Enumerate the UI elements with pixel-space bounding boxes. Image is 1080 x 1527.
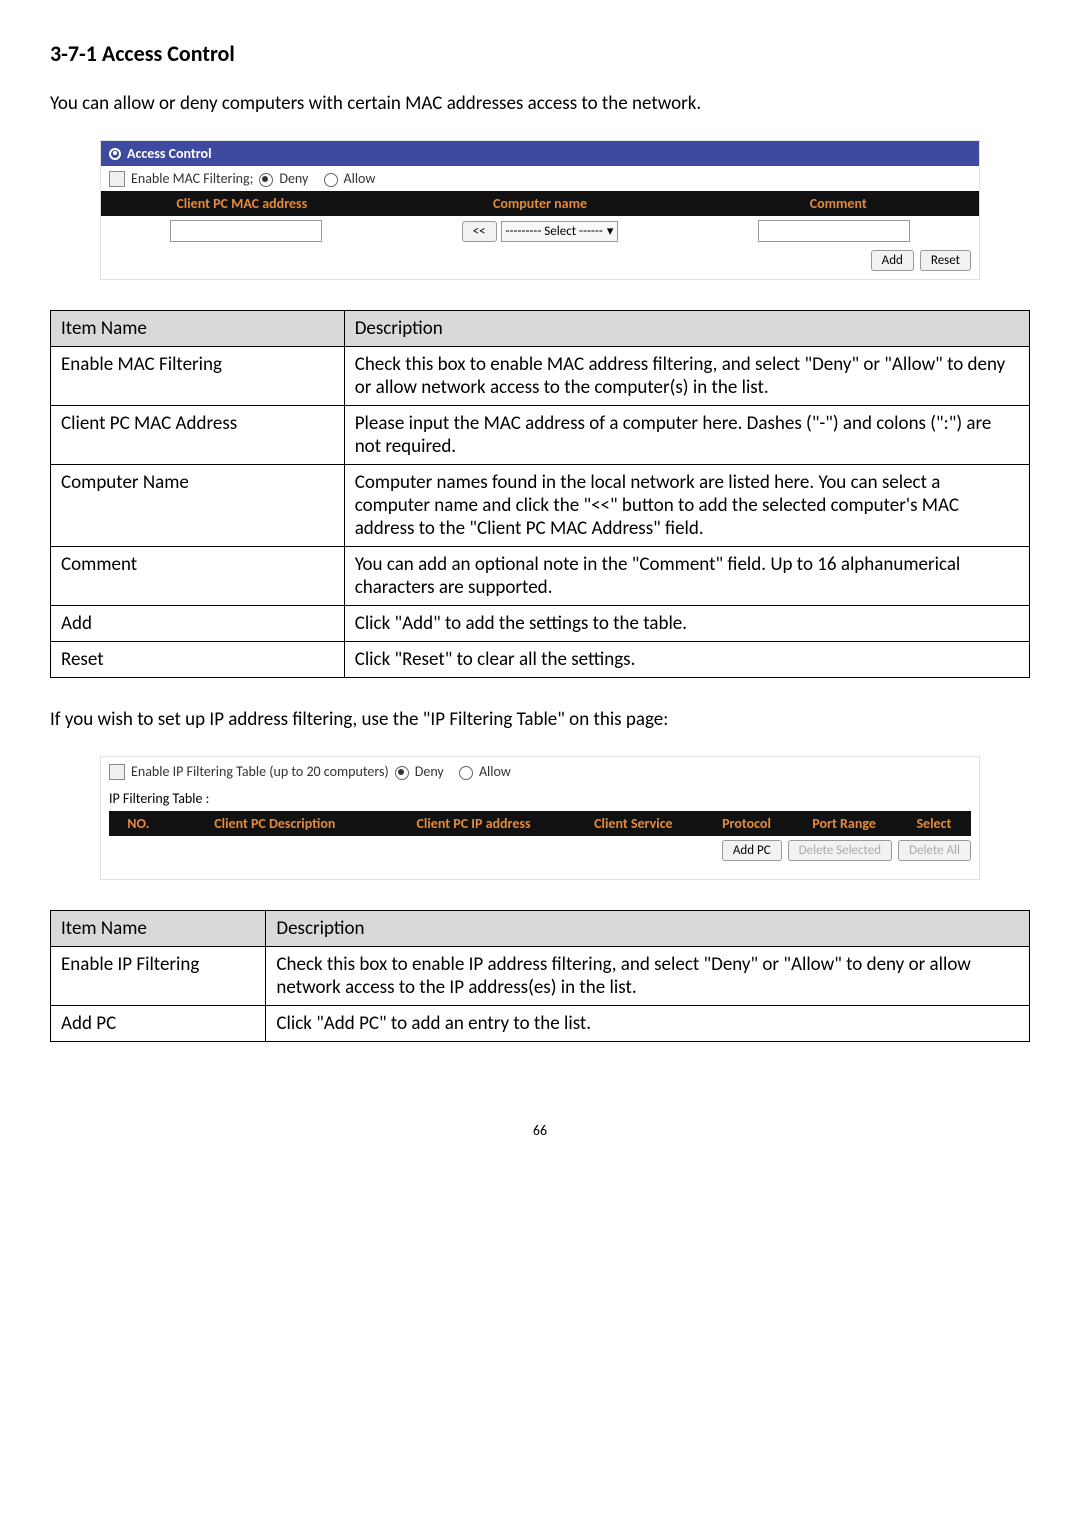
table-row: Enable MAC FilteringCheck this box to en… (51, 347, 1030, 406)
ip-allow-radio[interactable] (459, 766, 473, 780)
table-row: Computer NameComputer names found in the… (51, 465, 1030, 547)
mac-filter-row: Enable MAC Filtering; Deny Allow (101, 166, 979, 191)
cell: Client PC MAC Address (51, 406, 345, 465)
delete-selected-button[interactable]: Delete Selected (788, 840, 892, 861)
ip-allow-label: Allow (479, 763, 511, 780)
cell: Click "Add" to add the settings to the t… (344, 606, 1029, 642)
col-service: Client Service (565, 811, 701, 836)
enable-ip-label: Enable IP Filtering Table (up to 20 comp… (131, 763, 389, 780)
bullet-icon (109, 148, 121, 160)
col-comment: Comment (697, 191, 979, 216)
intro-text: You can allow or deny computers with cer… (50, 92, 1030, 115)
reset-button[interactable]: Reset (920, 250, 971, 271)
access-input-row: << --------- Select ------ ▾ (101, 216, 979, 246)
deny-label: Deny (279, 170, 308, 187)
access-columns-header: Client PC MAC address Computer name Comm… (101, 191, 979, 216)
computer-name-select[interactable]: --------- Select ------ ▾ (501, 221, 619, 242)
table2-header-desc: Description (266, 911, 1030, 947)
table2-header-name: Item Name (51, 911, 266, 947)
section-heading: 3-7-1 Access Control (50, 40, 1030, 67)
allow-radio[interactable] (324, 173, 338, 187)
allow-label: Allow (344, 170, 376, 187)
cell: Reset (51, 642, 345, 678)
col-no: NO. (109, 811, 168, 836)
add-button[interactable]: Add (871, 250, 914, 271)
panel-titlebar: Access Control (101, 141, 979, 166)
table-row: ResetClick "Reset" to clear all the sett… (51, 642, 1030, 678)
cell: Comment (51, 547, 345, 606)
cell: Add PC (51, 1006, 266, 1042)
cell: Add (51, 606, 345, 642)
cell: Check this box to enable MAC address fil… (344, 347, 1029, 406)
panel-title: Access Control (127, 145, 212, 162)
select-placeholder: --------- Select ------ (506, 224, 603, 239)
col-port: Port Range (791, 811, 896, 836)
col-mac: Client PC MAC address (101, 191, 383, 216)
enable-mac-label: Enable MAC Filtering; (131, 170, 253, 187)
ip-enable-row: Enable IP Filtering Table (up to 20 comp… (109, 763, 971, 790)
cell: You can add an optional note in the "Com… (344, 547, 1029, 606)
ip-filtering-panel: Enable IP Filtering Table (up to 20 comp… (100, 756, 980, 880)
chevron-down-icon: ▾ (607, 224, 614, 239)
col-desc: Client PC Description (168, 811, 382, 836)
cell: Enable IP Filtering (51, 947, 266, 1006)
ip-deny-radio[interactable] (395, 766, 409, 780)
ip-desc-table: Item Name Description Enable IP Filterin… (50, 910, 1030, 1042)
deny-radio[interactable] (259, 173, 273, 187)
copy-left-button[interactable]: << (462, 221, 497, 242)
mac-address-input[interactable] (170, 220, 322, 242)
cell: Check this box to enable IP address filt… (266, 947, 1030, 1006)
table1-header-desc: Description (344, 311, 1029, 347)
cell: Computer names found in the local networ… (344, 465, 1029, 547)
table-row: Enable IP FilteringCheck this box to ena… (51, 947, 1030, 1006)
cell: Click "Reset" to clear all the settings. (344, 642, 1029, 678)
ip-table-label: IP Filtering Table : (109, 790, 971, 807)
col-ip: Client PC IP address (382, 811, 565, 836)
col-name: Computer name (383, 191, 698, 216)
table1-header-name: Item Name (51, 311, 345, 347)
cell: Click "Add PC" to add an entry to the li… (266, 1006, 1030, 1042)
cell: Please input the MAC address of a comput… (344, 406, 1029, 465)
page-number: 66 (50, 1122, 1030, 1139)
cell: Computer Name (51, 465, 345, 547)
access-control-panel: Access Control Enable MAC Filtering; Den… (100, 140, 980, 280)
col-select: Select (897, 811, 971, 836)
mid-sentence: If you wish to set up IP address filteri… (50, 708, 1030, 731)
enable-mac-checkbox[interactable] (109, 171, 125, 187)
cell: Enable MAC Filtering (51, 347, 345, 406)
table-row: CommentYou can add an optional note in t… (51, 547, 1030, 606)
delete-all-button[interactable]: Delete All (898, 840, 971, 861)
access-desc-table: Item Name Description Enable MAC Filteri… (50, 310, 1030, 678)
comment-input[interactable] (758, 220, 910, 242)
table-row: AddClick "Add" to add the settings to th… (51, 606, 1030, 642)
table-row: Client PC MAC AddressPlease input the MA… (51, 406, 1030, 465)
ip-columns-header: NO. Client PC Description Client PC IP a… (109, 811, 971, 836)
enable-ip-checkbox[interactable] (109, 764, 125, 780)
add-pc-button[interactable]: Add PC (722, 840, 782, 861)
table-row: Add PCClick "Add PC" to add an entry to … (51, 1006, 1030, 1042)
col-proto: Protocol (702, 811, 792, 836)
ip-deny-label: Deny (415, 763, 444, 780)
